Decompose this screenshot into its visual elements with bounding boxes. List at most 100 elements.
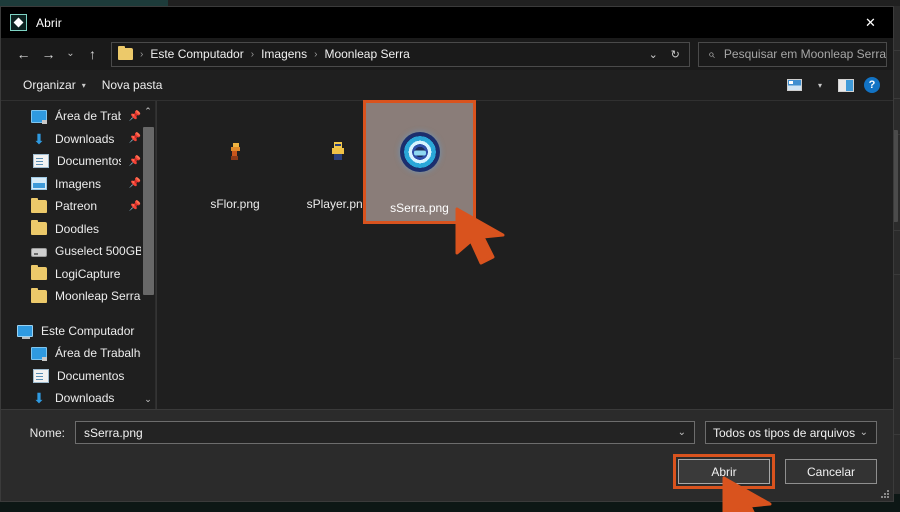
breadcrumb-item-1[interactable]: Imagens (261, 47, 307, 61)
search-input[interactable]: ⌕ Pesquisar em Moonleap Serra (698, 41, 887, 67)
sidebar-item-label: Doodles (55, 221, 100, 236)
sidebar-item-label: Este Computador (41, 323, 135, 338)
chevron-down-icon[interactable]: ⌄ (642, 43, 664, 66)
refresh-icon[interactable]: ↻ (664, 43, 686, 66)
filetype-value: Todos os tipos de arquivos com (713, 425, 856, 440)
title-bar: Abrir ✕ (1, 7, 893, 38)
sidebar-scrollbar[interactable]: ⌃ ⌄ (141, 101, 155, 409)
file-thumbnail (366, 103, 473, 201)
sidebar-item-label: Moonleap Serra (55, 289, 141, 304)
folder-icon (31, 220, 47, 236)
scroll-up-icon[interactable]: ⌃ (141, 103, 155, 119)
filename-label: Nome: (29, 425, 65, 440)
pin-icon: 📌 (128, 200, 141, 212)
download-icon: ⬇ (33, 390, 45, 407)
organize-label: Organizar (23, 78, 76, 92)
cancel-button[interactable]: Cancelar (785, 459, 877, 484)
back-button[interactable]: ← (11, 42, 36, 67)
sidebar-scrollbar-thumb[interactable] (143, 127, 154, 295)
download-icon: ⬇ (33, 130, 45, 147)
sidebar-item-label: Downloads (55, 131, 115, 146)
file-list-view[interactable]: sFlor.png sPlayer.png sSerra.png (156, 100, 893, 409)
filename-input[interactable]: sSerra.png ⌄ (75, 421, 695, 444)
view-layout-button[interactable] (781, 73, 807, 97)
sidebar-item-documentos-quick[interactable]: Documentos 📌 (1, 150, 155, 173)
sidebar-item-patreon[interactable]: Patreon 📌 (1, 195, 155, 218)
file-item-sflor[interactable]: sFlor.png (185, 105, 285, 217)
preview-pane-button[interactable] (833, 73, 859, 97)
sidebar-item-label: Área de Traba (55, 109, 121, 124)
view-layout-icon (786, 79, 802, 91)
sidebar-item-imagens-quick[interactable]: Imagens 📌 (1, 173, 155, 196)
sidebar-item-area-de-trabalho[interactable]: Área de Trabalhc (1, 342, 155, 365)
filename-row: Nome: sSerra.png ⌄ Todos os tipos de arq… (17, 421, 877, 444)
breadcrumb-separator: › (140, 48, 144, 60)
chevron-down-icon: ▾ (817, 80, 822, 90)
open-button-highlight: Abrir (673, 454, 775, 489)
file-item-sserra[interactable]: sSerra.png (363, 100, 476, 224)
action-buttons-row: Abrir Cancelar (17, 454, 877, 489)
pin-icon: 📌 (128, 178, 141, 190)
sidebar-item-doodles[interactable]: Doodles (1, 218, 155, 241)
sidebar-item-guselect-drive[interactable]: Guselect 500GB ( (1, 240, 155, 263)
chevron-down-icon[interactable]: ⌄ (674, 427, 690, 438)
open-button[interactable]: Abrir (678, 459, 770, 484)
sidebar-item-label: Documentos (57, 368, 125, 383)
chevron-down-icon[interactable]: ⌄ (856, 427, 872, 438)
sidebar-item-label: LogiCapture (55, 266, 121, 281)
sidebar-item-logicapture[interactable]: LogiCapture (1, 263, 155, 286)
sprite-flor-icon (229, 142, 242, 160)
sidebar-item-label: Downloads (55, 391, 115, 406)
breadcrumb-item-0[interactable]: Este Computador (150, 47, 243, 61)
sidebar-item-label: Patreon (55, 199, 98, 214)
resize-grip[interactable] (879, 488, 889, 498)
document-icon (33, 154, 49, 169)
view-options-button[interactable]: ▾ (807, 73, 833, 97)
folder-icon (118, 46, 133, 60)
new-folder-label: Nova pasta (101, 78, 163, 92)
help-button[interactable]: ? (859, 73, 885, 97)
breadcrumb-item-2[interactable]: Moonleap Serra (324, 47, 409, 61)
desktop-background: Abrir ✕ ← → ⌄ ↑ › Este Computador › Imag… (0, 0, 900, 512)
sidebar-item-downloads-quick[interactable]: ⬇ Downloads 📌 (1, 128, 155, 151)
sidebar-item-documentos[interactable]: Documentos (1, 365, 155, 388)
sidebar-item-moonleap-serra[interactable]: Moonleap Serra (1, 285, 155, 308)
new-folder-button[interactable]: Nova pasta (94, 74, 171, 96)
sprite-serra-icon (399, 132, 440, 172)
navigation-bar: ← → ⌄ ↑ › Este Computador › Imagens › Mo… (1, 38, 893, 70)
sidebar-item-area-de-trabalho-quick[interactable]: Área de Traba 📌 ⌃ (1, 105, 155, 128)
file-name-label: sSerra.png (390, 201, 449, 215)
filetype-select[interactable]: Todos os tipos de arquivos com ⌄ (705, 421, 877, 444)
preview-pane-icon (838, 78, 854, 92)
desktop-icon (31, 109, 47, 124)
up-button[interactable]: ↑ (80, 42, 105, 67)
command-bar: Organizar ▾ Nova pasta ▾ ? (1, 70, 893, 101)
pictures-icon (31, 177, 47, 191)
pin-icon: 📌 (128, 155, 141, 167)
chevron-down-icon: ▾ (81, 80, 86, 90)
organize-button[interactable]: Organizar ▾ (15, 74, 94, 96)
scroll-down-icon[interactable]: ⌄ (141, 391, 155, 407)
window-title: Abrir (36, 15, 62, 30)
navigation-sidebar: Área de Traba 📌 ⌃ ⬇ Downloads 📌 Document… (1, 101, 156, 409)
sidebar-item-downloads[interactable]: ⬇ Downloads (1, 387, 155, 409)
recent-locations-button[interactable]: ⌄ (61, 42, 80, 67)
open-file-dialog: Abrir ✕ ← → ⌄ ↑ › Este Computador › Imag… (0, 6, 894, 502)
file-name-label: sFlor.png (210, 197, 260, 211)
breadcrumb-separator: › (314, 48, 318, 60)
app-diamond-icon (10, 14, 27, 31)
pin-icon: 📌 (128, 133, 141, 145)
file-name-label: sPlayer.png (306, 197, 370, 211)
forward-button[interactable]: → (36, 42, 61, 67)
folder-icon (31, 287, 47, 303)
sidebar-item-este-computador[interactable]: Este Computador (1, 320, 155, 343)
sidebar-item-label: Área de Trabalhc (55, 346, 141, 361)
close-icon[interactable]: ✕ (848, 7, 893, 38)
desktop-icon (31, 346, 47, 361)
sprite-player-icon (331, 142, 346, 160)
sidebar-item-label: Guselect 500GB ( (55, 244, 141, 259)
address-bar[interactable]: › Este Computador › Imagens › Moonleap S… (111, 41, 691, 67)
file-thumbnail (185, 105, 285, 197)
drive-icon (31, 248, 47, 258)
folder-icon (31, 265, 47, 281)
